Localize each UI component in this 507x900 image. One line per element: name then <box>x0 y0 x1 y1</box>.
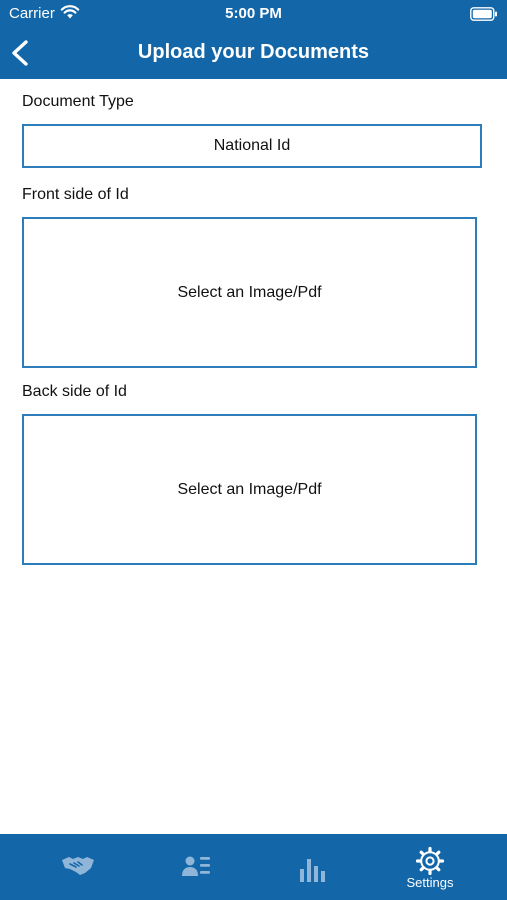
document-type-label: Document Type <box>22 93 134 110</box>
page-title: Upload your Documents <box>137 41 370 63</box>
tab-contacts[interactable] <box>133 834 259 900</box>
front-side-upload-button[interactable]: Select an Image/Pdf <box>22 217 477 368</box>
tab-bar: Settings <box>0 834 507 900</box>
gear-icon <box>415 846 445 876</box>
navigation-header: Carrier 5:00 PM Upload your Documents <box>0 0 507 79</box>
document-type-select[interactable]: National Id <box>22 124 482 168</box>
tab-settings[interactable]: Settings <box>367 834 493 900</box>
document-type-value: National Id <box>213 137 291 154</box>
status-time: 5:00 PM <box>225 5 282 22</box>
front-side-placeholder: Select an Image/Pdf <box>177 283 322 301</box>
tab-reports[interactable] <box>250 834 376 900</box>
bar-chart-icon <box>300 859 325 882</box>
front-side-label: Front side of Id <box>22 186 129 203</box>
status-bar: Carrier 5:00 PM <box>0 0 507 28</box>
contacts-list-icon <box>182 856 210 876</box>
back-side-upload-button[interactable]: Select an Image/Pdf <box>22 414 477 565</box>
back-side-placeholder: Select an Image/Pdf <box>177 480 322 498</box>
tab-settings-label: Settings <box>406 875 454 890</box>
handshake-icon <box>62 857 94 875</box>
battery-icon <box>470 7 498 26</box>
tab-deals[interactable] <box>15 834 141 900</box>
back-side-label: Back side of Id <box>22 383 127 400</box>
